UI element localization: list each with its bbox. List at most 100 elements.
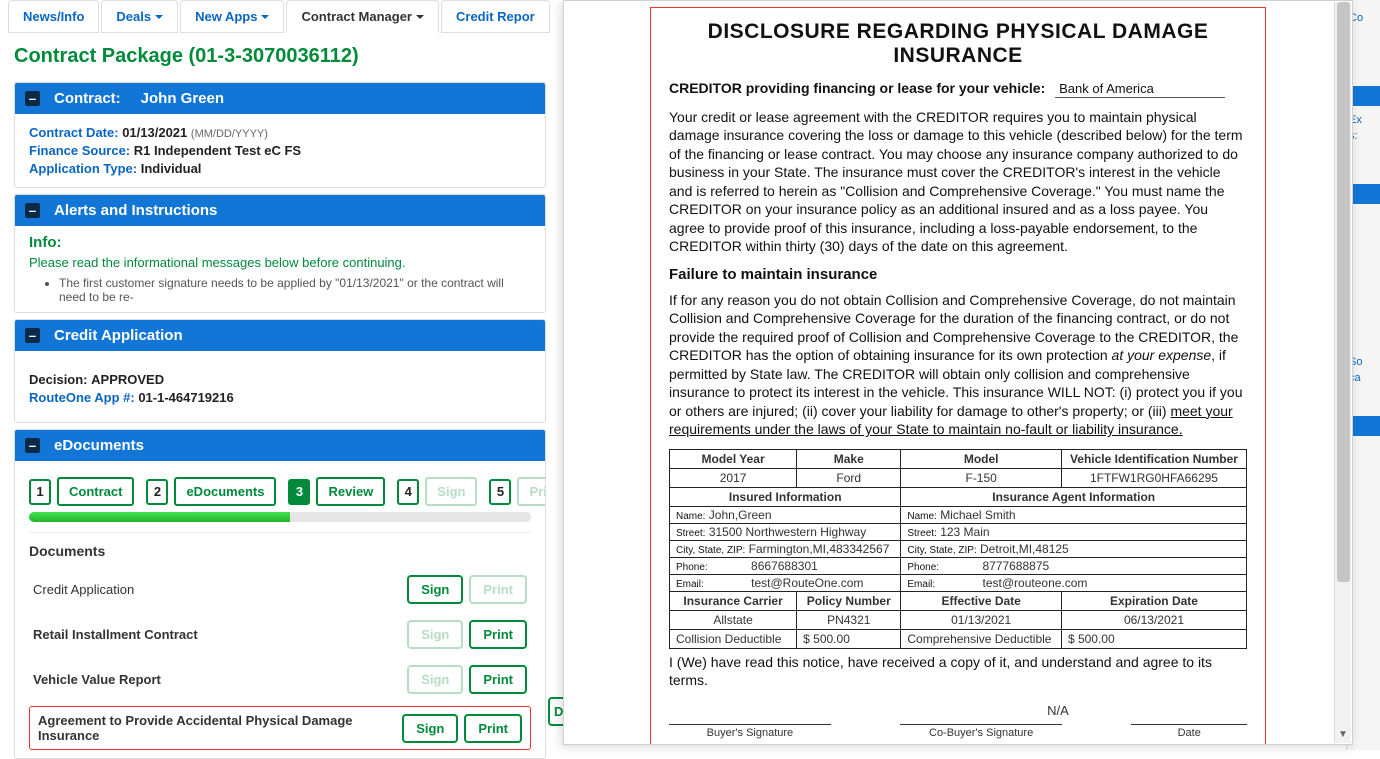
creditor-value: Bank of America bbox=[1055, 81, 1225, 98]
sig-cobuyer: Co-Buyer's Signature bbox=[900, 724, 1062, 739]
creditor-line: CREDITOR providing financing or lease fo… bbox=[669, 80, 1247, 98]
contract-date-label: Contract Date: bbox=[29, 125, 119, 140]
print-button[interactable]: Print bbox=[464, 714, 522, 743]
signature-row: Buyer's Signature Co-Buyer's Signature D… bbox=[669, 724, 1247, 739]
collapse-icon[interactable]: – bbox=[25, 203, 40, 218]
vehicle-table: Model Year Make Model Vehicle Identifica… bbox=[669, 449, 1247, 649]
caret-icon bbox=[155, 15, 163, 19]
td-model-year: 2017 bbox=[670, 468, 797, 487]
caret-icon bbox=[416, 15, 424, 19]
sign-button: Sign bbox=[407, 665, 463, 694]
doc-row-credit-application: Credit Application Sign Print bbox=[29, 567, 531, 612]
contract-heading-label: Contract: bbox=[54, 90, 121, 107]
contract-date-hint: (MM/DD/YYYY) bbox=[191, 128, 268, 140]
td-model: F-150 bbox=[901, 468, 1062, 487]
step-contract[interactable]: Contract bbox=[57, 477, 134, 506]
contract-heading-name: John Green bbox=[141, 90, 224, 107]
finance-source-value: R1 Independent Test eC FS bbox=[134, 143, 301, 158]
th-model-year: Model Year bbox=[670, 449, 797, 468]
decision-label: Decision: bbox=[29, 372, 88, 387]
contract-heading: – Contract: John Green bbox=[15, 83, 545, 114]
td-expdate: 06/13/2021 bbox=[1061, 610, 1246, 629]
disclosure-para1: Your credit or lease agreement with the … bbox=[669, 108, 1247, 256]
print-button[interactable]: Print bbox=[469, 620, 527, 649]
disclosure-document: DISCLOSURE REGARDING PHYSICAL DAMAGE INS… bbox=[563, 0, 1353, 745]
doc-name: Vehicle Value Report bbox=[33, 672, 161, 687]
step-num-2: 2 bbox=[146, 479, 168, 505]
tab-deals[interactable]: Deals bbox=[101, 0, 178, 33]
collision-label: Collision Deductible bbox=[670, 629, 797, 648]
tab-news-info[interactable]: News/Info bbox=[8, 0, 99, 33]
edocs-panel: – eDocuments 1Contract 2eDocuments 3Revi… bbox=[14, 429, 546, 759]
agent-name: Michael Smith bbox=[940, 508, 1015, 522]
th-model: Model bbox=[901, 449, 1062, 468]
td-make: Ford bbox=[797, 468, 901, 487]
collapse-icon[interactable]: – bbox=[25, 91, 40, 106]
th-make: Make bbox=[797, 449, 901, 468]
doc-row-agreement-insurance: Agreement to Provide Accidental Physical… bbox=[29, 706, 531, 750]
collision-amt: $ 500.00 bbox=[797, 629, 901, 648]
credit-heading: – Credit Application bbox=[15, 320, 545, 351]
na-text: N/A bbox=[869, 703, 1247, 718]
documents-heading: Documents bbox=[29, 532, 531, 567]
agent-email: test@routeone.com bbox=[983, 576, 1088, 590]
disclosure-subheading: Failure to maintain insurance bbox=[669, 266, 1247, 283]
th-effdate: Effective Date bbox=[901, 591, 1062, 610]
insured-name: John,Green bbox=[709, 508, 772, 522]
comp-amt: $ 500.00 bbox=[1061, 629, 1246, 648]
tab-contract-manager[interactable]: Contract Manager bbox=[286, 0, 439, 33]
step-print[interactable]: Print bbox=[517, 477, 546, 506]
disclosure-title: DISCLOSURE REGARDING PHYSICAL DAMAGE INS… bbox=[669, 20, 1247, 68]
tab-credit-report[interactable]: Credit Repor bbox=[441, 0, 550, 33]
th-policy: Policy Number bbox=[797, 591, 901, 610]
appnum-label: RouteOne App #: bbox=[29, 390, 135, 405]
td-effdate: 01/13/2021 bbox=[901, 610, 1062, 629]
agent-street: 123 Main bbox=[940, 525, 989, 539]
th-vin: Vehicle Identification Number bbox=[1061, 449, 1246, 468]
doc-name: Agreement to Provide Accidental Physical… bbox=[38, 713, 402, 743]
scrollbar[interactable]: ▼ bbox=[1334, 2, 1351, 743]
info-bullet: The first customer signature needs to be… bbox=[59, 276, 531, 304]
collapse-icon[interactable]: – bbox=[25, 328, 40, 343]
step-num-4: 4 bbox=[397, 479, 419, 505]
step-num-3: 3 bbox=[288, 479, 310, 505]
insured-email: test@RouteOne.com bbox=[751, 576, 863, 590]
tab-new-apps[interactable]: New Apps bbox=[180, 0, 284, 33]
finance-source-label: Finance Source: bbox=[29, 143, 130, 158]
insured-csz: Farmington,MI,483342567 bbox=[749, 542, 890, 556]
contract-panel: – Contract: John Green Contract Date: 01… bbox=[14, 82, 546, 188]
doc-name: Credit Application bbox=[33, 582, 134, 597]
td-vin: 1FTFW1RG0HFA66295 bbox=[1061, 468, 1246, 487]
td-policy: PN4321 bbox=[797, 610, 901, 629]
print-button: Print bbox=[469, 575, 527, 604]
sign-button[interactable]: Sign bbox=[402, 714, 458, 743]
step-sign[interactable]: Sign bbox=[425, 477, 477, 506]
info-message: Please read the informational messages b… bbox=[29, 255, 531, 270]
collapse-icon[interactable]: – bbox=[25, 438, 40, 453]
comp-label: Comprehensive Deductible bbox=[901, 629, 1062, 648]
scroll-down-icon[interactable]: ▼ bbox=[1335, 726, 1351, 743]
step-num-1: 1 bbox=[29, 479, 51, 505]
agent-csz: Detroit,MI,48125 bbox=[980, 542, 1069, 556]
doc-name: Retail Installment Contract bbox=[33, 627, 198, 642]
scrollbar-thumb[interactable] bbox=[1337, 2, 1350, 582]
step-edocuments[interactable]: eDocuments bbox=[174, 477, 276, 506]
appnum-value: 01-1-464719216 bbox=[138, 390, 233, 405]
td-carrier: Allstate bbox=[670, 610, 797, 629]
credit-panel: – Credit Application Decision: APPROVED … bbox=[14, 319, 546, 423]
step-review[interactable]: Review bbox=[316, 477, 385, 506]
insured-heading: Insured Information bbox=[670, 487, 901, 506]
agent-heading: Insurance Agent Information bbox=[901, 487, 1247, 506]
application-type-value: Individual bbox=[141, 161, 202, 176]
insured-phone: 8667688301 bbox=[751, 559, 818, 573]
application-type-label: Application Type: bbox=[29, 161, 137, 176]
edocs-heading: – eDocuments bbox=[15, 430, 545, 461]
sign-button[interactable]: Sign bbox=[407, 575, 463, 604]
doc-row-retail-installment: Retail Installment Contract Sign Print bbox=[29, 612, 531, 657]
print-button[interactable]: Print bbox=[469, 665, 527, 694]
alerts-heading: – Alerts and Instructions bbox=[15, 195, 545, 226]
disclosure-para2: If for any reason you do not obtain Coll… bbox=[669, 291, 1247, 439]
info-heading: Info: bbox=[29, 234, 531, 251]
sig-buyer: Buyer's Signature bbox=[669, 724, 831, 739]
sig-date: Date bbox=[1131, 724, 1247, 739]
